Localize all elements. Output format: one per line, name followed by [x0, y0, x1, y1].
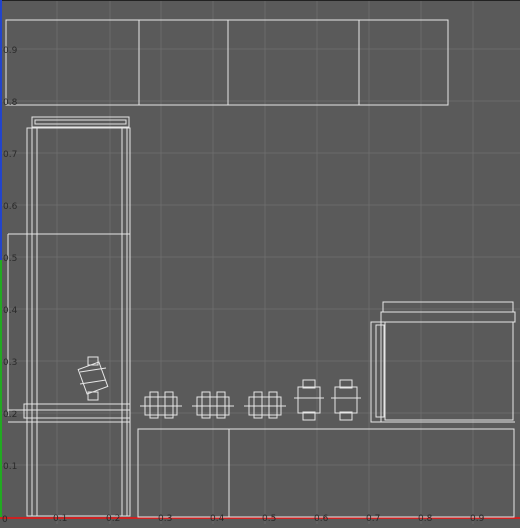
x-tick-label: 0.5 — [262, 514, 276, 524]
y-tick-label: 0.2 — [3, 410, 17, 420]
x-axis-labels: 0.1 0.2 0.3 0.4 0.5 0.6 0.7 0.8 0.9 — [53, 514, 485, 524]
x-tick-label: 0.3 — [158, 514, 172, 524]
x-tick-label: 0.4 — [210, 514, 225, 524]
x-tick-label: 0.9 — [470, 514, 485, 524]
y-tick-label: 0.6 — [3, 202, 18, 212]
viewport-background — [0, 0, 520, 524]
y-tick-label: 0.9 — [3, 46, 18, 56]
uv-canvas[interactable]: 0.1 0.2 0.3 0.4 0.5 0.6 0.7 0.8 0.9 0.1 … — [0, 0, 520, 525]
x-tick-label: 0.1 — [53, 514, 67, 524]
y-tick-label: 0.3 — [3, 358, 17, 368]
y-tick-label: 0.4 — [3, 306, 18, 316]
origin-label: 0 — [2, 515, 8, 524]
x-tick-label: 0.2 — [106, 514, 120, 524]
y-tick-label: 0.5 — [3, 254, 17, 264]
y-tick-label: 0.1 — [3, 462, 17, 472]
x-tick-label: 0.8 — [418, 514, 433, 524]
x-tick-label: 0.7 — [366, 514, 380, 524]
y-tick-label: 0.7 — [3, 150, 17, 160]
uv-editor-viewport[interactable]: 0.1 0.2 0.3 0.4 0.5 0.6 0.7 0.8 0.9 0.1 … — [0, 0, 520, 525]
y-tick-label: 0.8 — [3, 98, 18, 108]
x-tick-label: 0.6 — [314, 514, 329, 524]
